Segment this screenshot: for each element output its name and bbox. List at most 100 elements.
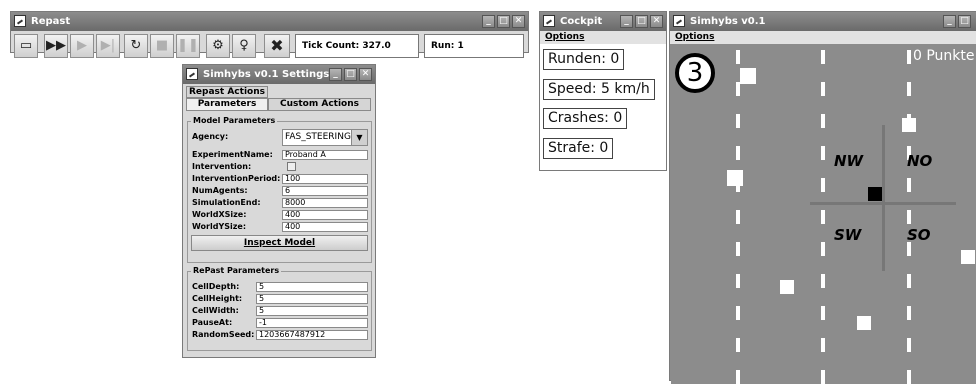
- maximize-icon[interactable]: □: [958, 15, 971, 28]
- close-icon[interactable]: ✕: [512, 15, 525, 28]
- lane-marking: [907, 338, 911, 352]
- agency-select[interactable]: FAS_STEERING ▼: [282, 129, 368, 146]
- simulation-end-input[interactable]: 8000: [282, 198, 368, 208]
- minimize-icon[interactable]: _: [620, 15, 633, 28]
- simhybs-window: Simhybs v0.1 _ □ Options 3 0 Punkte NW N…: [669, 11, 976, 384]
- simhybs-titlebar[interactable]: Simhybs v0.1 _ □: [670, 12, 976, 31]
- options-menu[interactable]: Options: [675, 32, 714, 42]
- direction-sw: SW: [834, 226, 862, 244]
- repast-titlebar[interactable]: Repast _ □ ✕: [11, 12, 528, 31]
- chevron-down-icon[interactable]: ▼: [351, 130, 367, 145]
- param-label: WorldYSize:: [192, 222, 247, 231]
- world-y-size-input[interactable]: 400: [282, 222, 368, 232]
- step-button[interactable]: ▶|: [96, 34, 120, 58]
- direction-nw: NW: [834, 152, 864, 170]
- agent-square: [727, 170, 743, 186]
- close-icon[interactable]: ✕: [359, 68, 372, 81]
- lane-marking: [736, 370, 740, 384]
- minimize-icon[interactable]: _: [482, 15, 495, 28]
- lane-marking: [821, 274, 825, 288]
- param-label: InterventionPeriod:: [192, 174, 281, 183]
- maximize-icon[interactable]: □: [497, 15, 510, 28]
- exit-button[interactable]: ✖: [264, 34, 290, 58]
- app-icon: [673, 15, 685, 27]
- stop-button[interactable]: ■: [150, 34, 174, 58]
- param-label: RandomSeed:: [192, 330, 255, 339]
- cell-width-input[interactable]: 5: [256, 306, 368, 316]
- settings-button[interactable]: ⚙: [206, 34, 230, 58]
- param-label: Intervention:: [192, 162, 252, 171]
- lane-marking: [736, 306, 740, 320]
- experiment-name-input[interactable]: Proband A: [282, 150, 368, 160]
- lane-marking: [821, 114, 825, 128]
- crashes-display: Crashes: 0: [543, 108, 628, 129]
- app-icon: [14, 15, 26, 27]
- run-button[interactable]: ▶: [70, 34, 94, 58]
- intervention-checkbox[interactable]: [287, 162, 296, 171]
- lane-marking: [821, 82, 825, 96]
- pause-at-input[interactable]: -1: [256, 318, 368, 328]
- pause-button[interactable]: ❚❚: [176, 34, 200, 58]
- compass-horizontal-line: [810, 202, 956, 205]
- app-icon: [186, 68, 198, 80]
- lane-marking: [907, 82, 911, 96]
- intervention-period-input[interactable]: 100: [282, 174, 368, 184]
- agent-square: [902, 118, 916, 132]
- window-title: Repast: [31, 16, 71, 27]
- lane-marking: [736, 114, 740, 128]
- param-label: SimulationEnd:: [192, 198, 261, 207]
- game-canvas[interactable]: 3 0 Punkte NW NO SW SO: [671, 44, 976, 384]
- maximize-icon[interactable]: □: [635, 15, 648, 28]
- repast-parameters-heading: RePast Parameters: [191, 266, 282, 275]
- settings-titlebar[interactable]: Simhybs v0.1 Settings _ □ ✕: [183, 65, 375, 84]
- cell-depth-input[interactable]: 5: [256, 282, 368, 292]
- load-model-button[interactable]: ▭: [14, 34, 38, 58]
- settings-title: Simhybs v0.1 Settings: [203, 69, 330, 80]
- lane-marking: [736, 274, 740, 288]
- simhybs-menubar: Options: [670, 31, 976, 44]
- tab-repast-actions[interactable]: Repast Actions: [186, 86, 268, 98]
- param-label: PauseAt:: [192, 318, 233, 327]
- param-label: CellHeight:: [192, 294, 243, 303]
- cockpit-menubar: Options: [540, 31, 666, 44]
- direction-no: NO: [907, 152, 933, 170]
- info-bulb-button[interactable]: ♀: [232, 34, 256, 58]
- param-label: Agency:: [192, 132, 229, 141]
- lane-marking: [821, 338, 825, 352]
- agency-value: FAS_STEERING: [285, 132, 351, 142]
- tab-parameters[interactable]: Parameters: [186, 98, 268, 111]
- lane-marking: [736, 338, 740, 352]
- speed-display: Speed: 5 km/h: [543, 79, 655, 100]
- lane-marking: [907, 242, 911, 256]
- lane-marking: [821, 370, 825, 384]
- run-display: Run: 1: [424, 34, 524, 58]
- simhybs-title: Simhybs v0.1: [690, 16, 766, 27]
- world-x-size-input[interactable]: 400: [282, 210, 368, 220]
- repast-window: Repast _ □ ✕ ▭ ▶▶ ▶ ▶| ↻ ■ ❚❚ ⚙ ♀ ✖ Tick…: [10, 11, 529, 58]
- lane-marking: [821, 178, 825, 192]
- lane-marking: [736, 82, 740, 96]
- num-agents-input[interactable]: 6: [282, 186, 368, 196]
- cockpit-titlebar[interactable]: Cockpit _ □ ✕: [540, 12, 666, 31]
- lane-marking: [907, 178, 911, 192]
- setup-button[interactable]: ↻: [124, 34, 148, 58]
- maximize-icon[interactable]: □: [344, 68, 357, 81]
- tab-custom-actions[interactable]: Custom Actions: [268, 98, 371, 111]
- lane-marking: [907, 370, 911, 384]
- minimize-icon[interactable]: _: [943, 15, 956, 28]
- param-label: WorldXSize:: [192, 210, 247, 219]
- lane-marking: [821, 146, 825, 160]
- minimize-icon[interactable]: _: [329, 68, 342, 81]
- lane-marking: [736, 242, 740, 256]
- cockpit-window: Cockpit _ □ ✕ Options Runden: 0 Speed: 5…: [539, 11, 667, 171]
- lane-marking: [907, 50, 911, 64]
- compass-vertical-line: [882, 125, 885, 271]
- close-icon[interactable]: ✕: [650, 15, 663, 28]
- inspect-model-button[interactable]: Inspect Model: [191, 235, 368, 251]
- options-menu[interactable]: Options: [545, 32, 584, 42]
- cell-height-input[interactable]: 5: [256, 294, 368, 304]
- direction-so: SO: [907, 226, 931, 244]
- lane-marking: [736, 50, 740, 64]
- run-fast-button[interactable]: ▶▶: [44, 34, 68, 58]
- random-seed-input[interactable]: 1203667487912: [256, 330, 368, 340]
